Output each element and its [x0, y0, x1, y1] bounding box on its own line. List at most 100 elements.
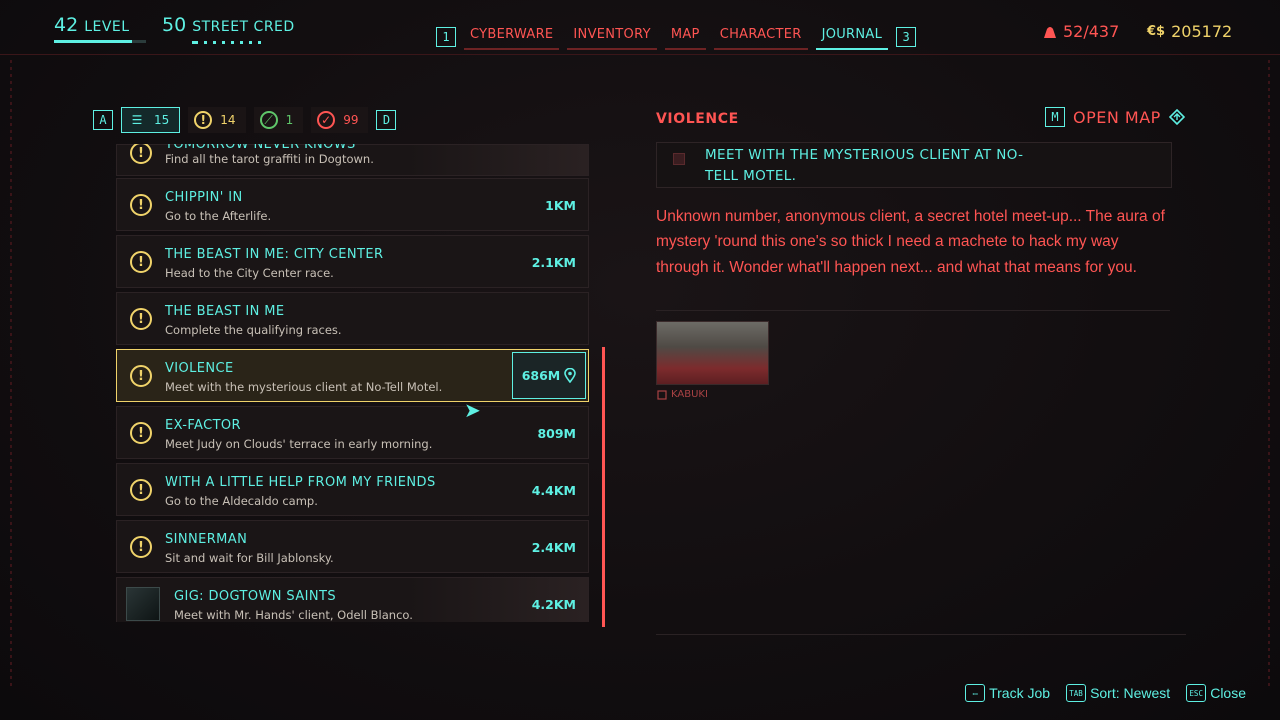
money-display: €$ 205172	[1147, 22, 1232, 41]
quest-title: TOMORROW NEVER KNOWS	[165, 144, 356, 152]
objective-box: MEET WITH THE MYSTERIOUS CLIENT AT NO-TE…	[656, 142, 1172, 188]
quest-distance: 686M	[521, 368, 561, 383]
objective-marker-icon	[673, 153, 685, 165]
street-cred-progress	[192, 41, 261, 44]
main-job-icon: !	[130, 536, 152, 558]
waypoint-icon	[1168, 109, 1185, 125]
filter-side-jobs[interactable]: ⟋ 1	[253, 107, 304, 133]
carry-weight: 52/437	[1043, 22, 1119, 41]
quest-description: Go to the Afterlife.	[165, 209, 272, 223]
quest-title: GIG: DOGTOWN SAINTS	[174, 589, 336, 604]
open-map-label: OPEN MAP	[1073, 107, 1161, 127]
tab-inventory[interactable]: INVENTORY	[567, 24, 657, 50]
quest-description: Meet with Mr. Hands' client, Odell Blanc…	[174, 608, 413, 622]
quest-description: Go to the Aldecaldo camp.	[165, 494, 318, 508]
quest-distance: 4.4KM	[531, 483, 576, 498]
quest-title: THE BEAST IN ME: CITY CENTER	[165, 247, 384, 262]
street-cred-label: STREET CRED	[192, 19, 295, 35]
quest-description: Meet Judy on Clouds' terrace in early mo…	[165, 437, 433, 451]
filter-completed-count: 99	[343, 113, 359, 127]
location-icon	[657, 389, 667, 400]
quest-title: VIOLENCE	[165, 361, 234, 376]
street-cred-indicator: 50 STREET CRED	[162, 14, 295, 36]
quest-title: WITH A LITTLE HELP FROM MY FRIENDS	[165, 475, 436, 490]
pointer-cursor-icon: ➤	[464, 398, 481, 422]
quest-item[interactable]: ! TOMORROW NEVER KNOWS Find all the taro…	[116, 144, 589, 176]
nav-prev-key[interactable]: 1	[436, 27, 456, 47]
main-job-icon: !	[130, 365, 152, 387]
filter-all[interactable]: ☰ 15	[121, 107, 181, 133]
tab-character[interactable]: CHARACTER	[713, 24, 808, 50]
quest-distance: 2.4KM	[531, 540, 576, 555]
right-frame-decoration	[1268, 60, 1270, 690]
quest-item[interactable]: ! EX-FACTOR Meet Judy on Clouds' terrace…	[116, 406, 589, 459]
location-thumbnail	[656, 321, 769, 385]
filter-prev-key[interactable]: A	[93, 110, 113, 130]
close-hint[interactable]: ESC Close	[1186, 684, 1246, 702]
quest-description: Complete the qualifying races.	[165, 323, 342, 337]
filter-completed[interactable]: ✓ 99	[311, 107, 369, 133]
quest-title: THE BEAST IN ME	[165, 304, 285, 319]
quest-list: ! TOMORROW NEVER KNOWS Find all the taro…	[116, 144, 591, 622]
tab-journal[interactable]: JOURNAL	[815, 24, 889, 50]
tracked-distance-box[interactable]: 686M	[512, 352, 586, 399]
filter-side-count: 1	[285, 113, 294, 127]
track-job-hint[interactable]: ▭ Track Job	[965, 684, 1050, 702]
left-frame-decoration	[10, 60, 12, 690]
quest-distance: 809M	[537, 426, 576, 441]
quest-distance: 1KM	[545, 198, 576, 213]
weight-icon	[1044, 26, 1056, 38]
filter-main-jobs[interactable]: ! 14	[188, 107, 246, 133]
detail-bottom-divider	[656, 634, 1186, 635]
street-cred-value: 50	[162, 14, 187, 36]
filter-next-key[interactable]: D	[376, 110, 397, 130]
location-name: KABUKI	[671, 389, 708, 400]
quest-item[interactable]: ! WITH A LITTLE HELP FROM MY FRIENDS Go …	[116, 463, 589, 516]
money-value: 205172	[1171, 22, 1233, 41]
quest-list-scrollbar[interactable]	[602, 347, 605, 627]
quest-title: SINNERMAN	[165, 532, 248, 547]
carry-weight-value: 52/437	[1063, 22, 1120, 41]
quest-item[interactable]: ! CHIPPIN' IN Go to the Afterlife. 1KM	[116, 178, 589, 231]
top-divider	[0, 54, 1280, 55]
quest-item-selected[interactable]: ! VIOLENCE Meet with the mysterious clie…	[116, 349, 589, 402]
controller-button-icon: ▭	[965, 684, 986, 702]
fixer-portrait	[126, 587, 160, 621]
main-job-icon: !	[130, 308, 152, 330]
quest-item[interactable]: ! THE BEAST IN ME: CITY CENTER Head to t…	[116, 235, 589, 288]
input-hints: ▭ Track Job TAB Sort: Newest ESC Close	[965, 684, 1246, 702]
quest-item[interactable]: ! SINNERMAN Sit and wait for Bill Jablon…	[116, 520, 589, 573]
quest-item-gig[interactable]: GIG: DOGTOWN SAINTS Meet with Mr. Hands'…	[116, 577, 589, 622]
level-progress-bar	[54, 40, 146, 43]
tab-cyberware[interactable]: CYBERWARE	[464, 24, 560, 50]
open-map-key: M	[1045, 107, 1065, 127]
level-indicator: 42 LEVEL	[54, 14, 130, 36]
list-icon: ☰	[131, 113, 143, 127]
track-job-label: Track Job	[989, 685, 1051, 701]
nav-next-key[interactable]: 3	[896, 27, 917, 47]
eddies-icon: €$	[1147, 24, 1166, 39]
quest-description: Find all the tarot graffiti in Dogtown.	[165, 152, 374, 166]
main-job-icon: !	[130, 144, 152, 164]
close-label: Close	[1210, 685, 1246, 701]
level-progress-fill	[54, 40, 133, 43]
sort-hint[interactable]: TAB Sort: Newest	[1066, 684, 1170, 702]
tab-map[interactable]: MAP	[664, 24, 706, 50]
filter-all-count: 15	[154, 113, 170, 127]
open-map-button[interactable]: M OPEN MAP	[1045, 107, 1185, 127]
main-job-icon: !	[130, 194, 152, 216]
checkmark-icon: ✓	[317, 111, 336, 129]
main-job-icon: !	[130, 251, 152, 273]
filter-main-count: 14	[220, 113, 236, 127]
main-job-icon: !	[130, 479, 152, 501]
quest-detail-title: VIOLENCE	[656, 111, 739, 127]
quest-description: Sit and wait for Bill Jablonsky.	[165, 551, 334, 565]
quest-distance: 4.2KM	[531, 597, 576, 612]
quest-item[interactable]: ! THE BEAST IN ME Complete the qualifyin…	[116, 292, 589, 345]
quest-description: Head to the City Center race.	[165, 266, 334, 280]
level-label: LEVEL	[84, 19, 130, 35]
quest-filter-bar: A ☰ 15 ! 14 ⟋ 1 ✓ 99 D	[93, 107, 397, 133]
map-pin-icon	[564, 368, 577, 383]
exclamation-icon: !	[194, 111, 213, 129]
quest-distance: 2.1KM	[531, 255, 576, 270]
